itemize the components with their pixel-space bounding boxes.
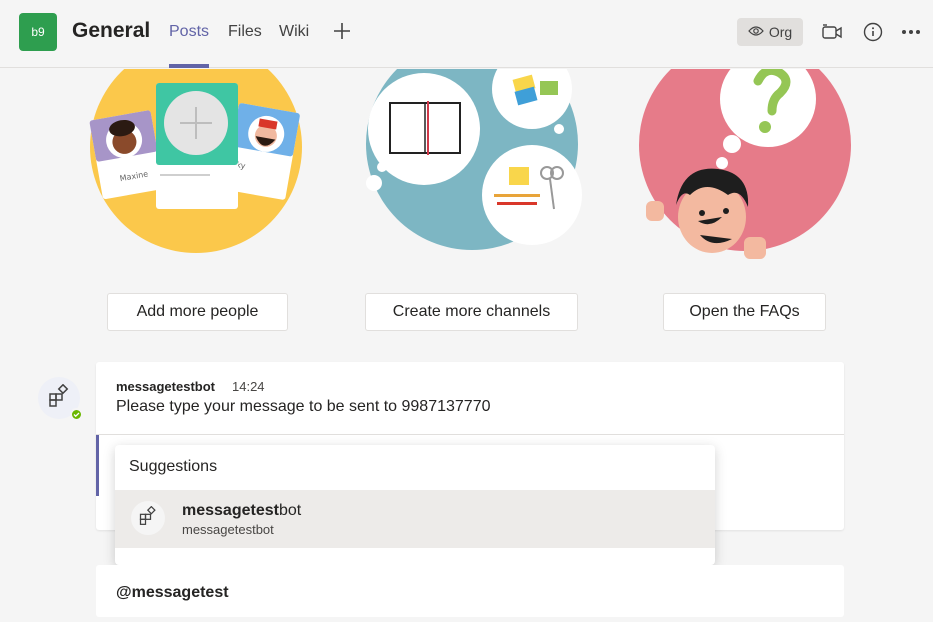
info-icon[interactable] [861,20,885,44]
team-avatar[interactable]: b9 [19,13,57,51]
create-channels-button[interactable]: Create more channels [365,293,578,331]
suggestion-subtitle: messagetestbot [182,522,274,537]
suggestion-avatar [131,501,165,535]
open-faqs-button[interactable]: Open the FAQs [663,293,826,331]
suggestion-name: messagetestbot [182,502,301,520]
app-bot-icon [138,505,158,531]
more-options-icon[interactable] [899,20,923,44]
reply-accent-bar [96,435,99,496]
message-sender[interactable]: messagetestbot [116,379,215,394]
card-divider [96,434,844,435]
suggestion-name-match: messagetest [182,502,279,519]
presence-available-icon [70,408,83,421]
meet-video-icon[interactable] [820,20,844,44]
message-text: Please type your message to be sent to 9… [116,398,491,415]
add-people-button[interactable]: Add more people [107,293,288,331]
app-bot-icon [47,383,71,413]
tab-posts[interactable]: Posts [169,23,209,41]
channel-title: General [72,19,151,42]
active-tab-indicator [169,64,209,68]
suggestion-item[interactable]: messagetestbot messagetestbot [115,490,715,548]
suggestions-title: Suggestions [129,458,218,475]
create-channels-illustration [362,69,582,259]
add-tab-icon[interactable] [331,20,353,42]
eye-icon [748,24,764,40]
org-visibility-button[interactable]: Org [737,18,803,46]
suggestions-popup: Suggestions messagetestbot messagetestbo… [115,445,715,565]
add-people-illustration: Maxine ky [88,69,308,259]
channel-header: b9 General Posts Files Wiki Org [0,0,933,68]
compose-box[interactable]: @messagetest [96,565,844,617]
compose-mention-text[interactable]: @messagetest [116,584,229,602]
tab-files[interactable]: Files [228,23,262,41]
suggestion-name-rest: bot [278,502,302,519]
tab-wiki[interactable]: Wiki [279,23,309,41]
org-label: Org [768,24,793,40]
message-time: 14:24 [232,379,265,394]
faqs-illustration [636,69,856,269]
